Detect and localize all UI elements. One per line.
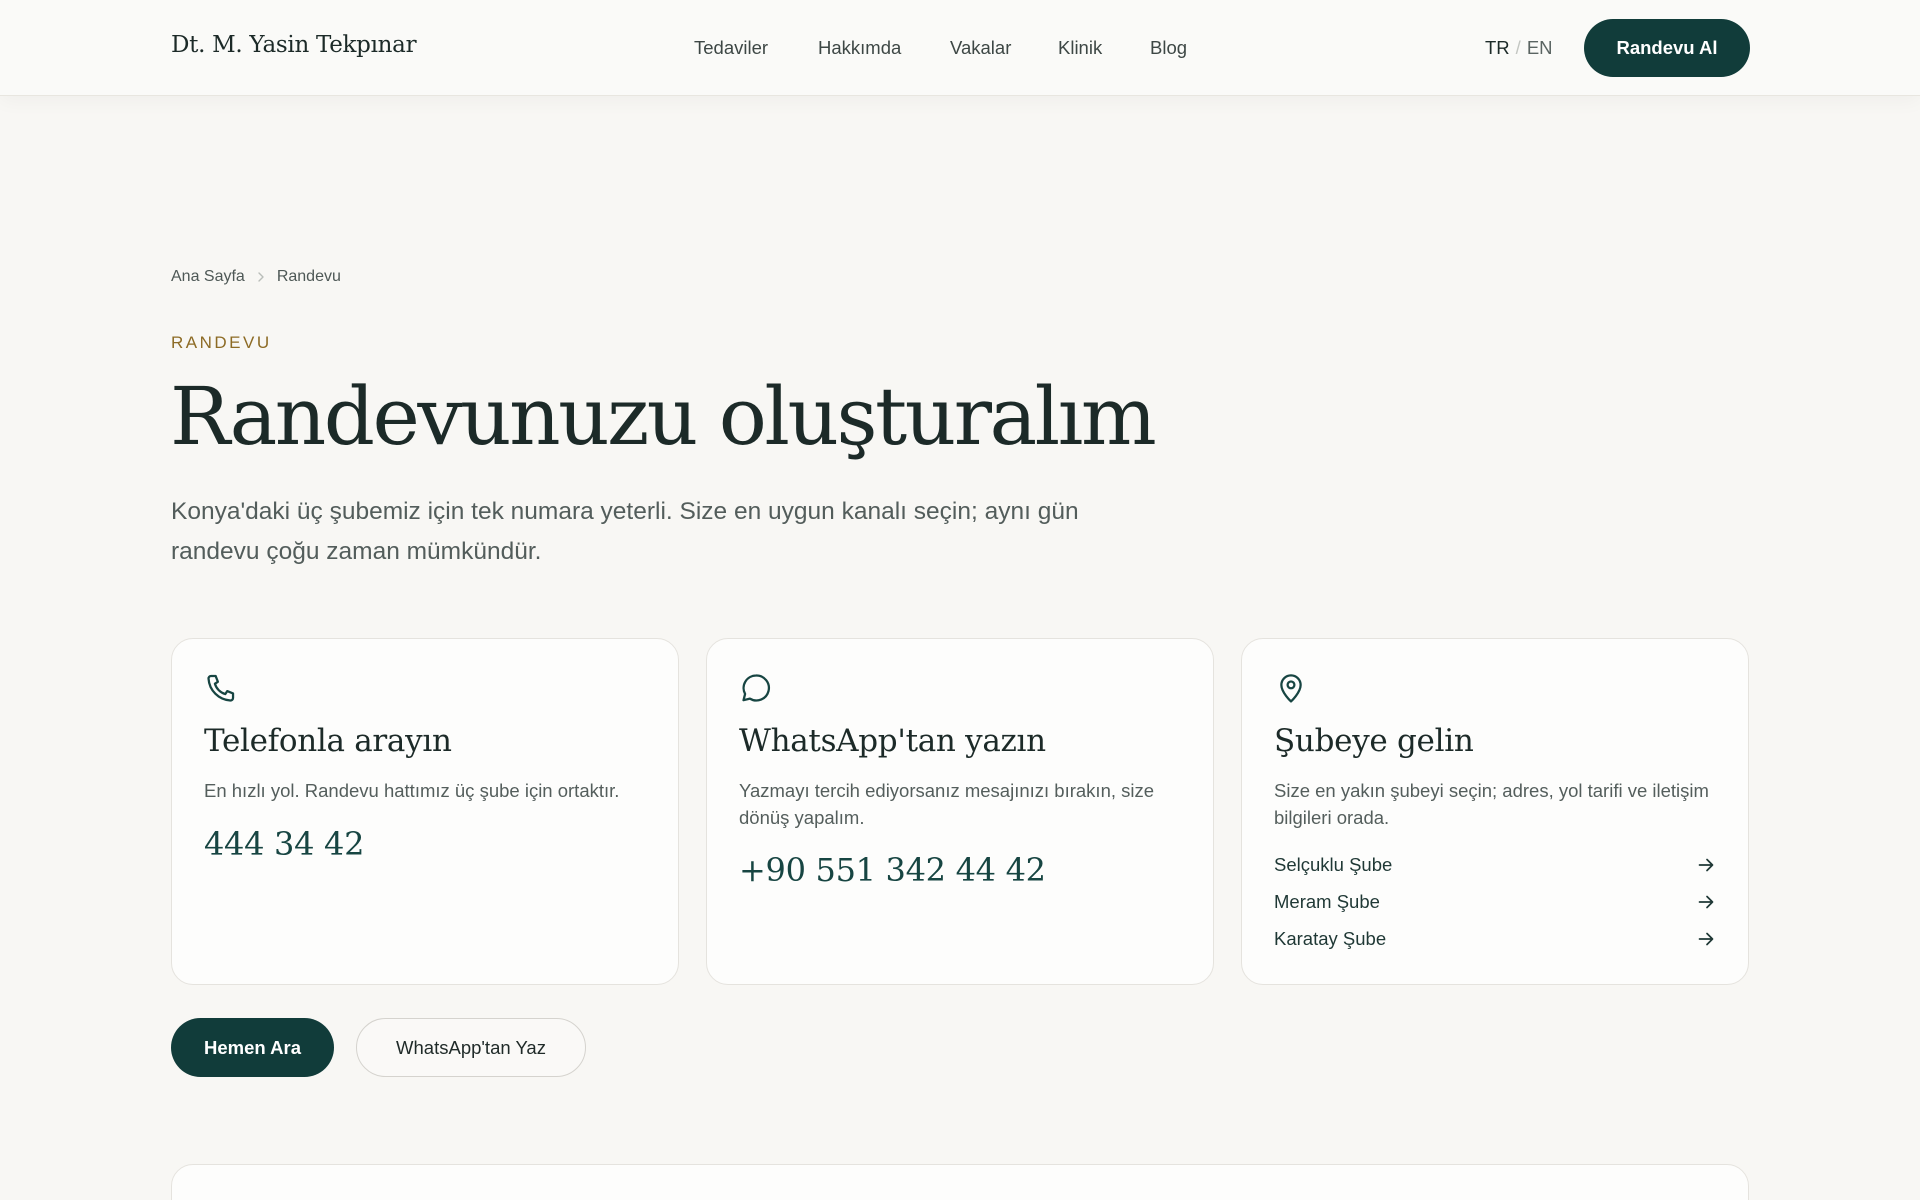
- whatsapp-number[interactable]: +90 551 342 44 42: [739, 851, 1046, 889]
- branch-card-description: Size en yakın şubeyi seçin; adres, yol t…: [1274, 780, 1709, 828]
- site-header: Dt. M. Yasin Tekpınar Tedaviler Hakkımda…: [0, 0, 1920, 96]
- nav-item-blog[interactable]: Blog: [1150, 37, 1187, 59]
- language-switcher: TR / EN: [1485, 37, 1553, 59]
- page-subtitle: Konya'daki üç şubemiz için tek numara ye…: [171, 498, 1079, 565]
- branch-link-karatay[interactable]: Karatay Şube: [1274, 925, 1716, 953]
- next-section-card: [171, 1164, 1749, 1200]
- lang-tr[interactable]: TR: [1485, 37, 1510, 58]
- nav-item-vakalar[interactable]: Vakalar: [950, 37, 1011, 59]
- map-pin-icon: [1280, 674, 1302, 703]
- whatsapp-card[interactable]: WhatsApp'tan yazın Yazmayı tercih ediyor…: [706, 638, 1214, 985]
- branch-card: Şubeye gelin Size en yakın şubeyi seçin;…: [1241, 638, 1749, 985]
- phone-card-description: En hızlı yol. Randevu hattımız üç şube i…: [204, 780, 620, 801]
- phone-card-title: Telefonla arayın: [204, 723, 452, 759]
- branch-link-selcuklu[interactable]: Selçuklu Şube: [1274, 851, 1716, 879]
- branch-link-meram[interactable]: Meram Şube: [1274, 888, 1716, 916]
- nav-item-klinik[interactable]: Klinik: [1058, 37, 1102, 59]
- header-appointment-button[interactable]: Randevu Al: [1584, 19, 1750, 77]
- whatsapp-card-description: Yazmayı tercih ediyorsanız mesajınızı bı…: [739, 780, 1155, 828]
- call-now-button[interactable]: Hemen Ara: [171, 1018, 334, 1077]
- page-title: Randevunuzu oluşturalım: [170, 370, 1157, 463]
- lang-en[interactable]: EN: [1527, 37, 1553, 58]
- message-bubble-icon: [742, 674, 771, 702]
- breadcrumb: Ana Sayfa Randevu: [171, 268, 341, 286]
- section-eyebrow: RANDEVU: [171, 333, 272, 352]
- breadcrumb-current: Randevu: [276, 268, 341, 285]
- whatsapp-card-title: WhatsApp'tan yazın: [739, 723, 1046, 759]
- arrow-right-icon: [1698, 895, 1714, 909]
- arrow-right-icon: [1698, 858, 1714, 872]
- branch-card-title: Şubeye gelin: [1274, 723, 1474, 759]
- phone-card[interactable]: Telefonla arayın En hızlı yol. Randevu h…: [171, 638, 679, 985]
- phone-number[interactable]: 444 34 42: [204, 825, 364, 863]
- whatsapp-write-button[interactable]: WhatsApp'tan Yaz: [356, 1018, 586, 1077]
- phone-icon: [207, 674, 235, 702]
- arrow-right-icon: [1698, 932, 1714, 946]
- lang-separator: /: [1515, 37, 1521, 58]
- nav-item-hakkimda[interactable]: Hakkımda: [818, 37, 901, 59]
- nav-item-tedaviler[interactable]: Tedaviler: [694, 37, 768, 59]
- branch-link-label: Meram Şube: [1274, 891, 1380, 912]
- branch-link-label: Selçuklu Şube: [1274, 854, 1393, 875]
- branch-link-label: Karatay Şube: [1274, 928, 1387, 949]
- chevron-right-icon: [258, 272, 264, 282]
- breadcrumb-home[interactable]: Ana Sayfa: [171, 268, 245, 286]
